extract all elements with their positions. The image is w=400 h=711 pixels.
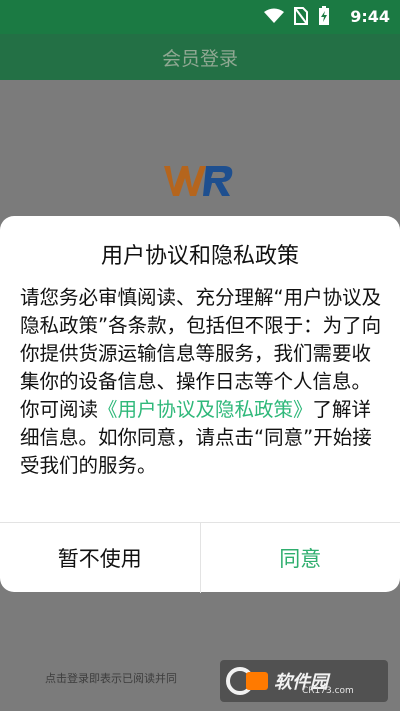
privacy-dialog: 用户协议和隐私政策 请您务必审慎阅读、充分理解“用户协议及隐私政策”各条款，包括… xyxy=(0,216,400,593)
dialog-title: 用户协议和隐私政策 xyxy=(100,244,299,269)
watermark-sub: CR173.com xyxy=(302,686,354,696)
dialog-body-link-line: 你可阅读《用户协议及隐私政策》了解详细信息。如你同意，请点击“同意”开始接受我们… xyxy=(20,396,382,480)
body-prefix: 你可阅读 xyxy=(20,398,99,421)
status-bar: 9:44 xyxy=(0,0,400,34)
dialog-body-text: 请您务必审慎阅读、充分理解“用户协议及隐私政策”各条款，包括但不限于：为了向你提… xyxy=(20,286,382,393)
app-bar: 会员登录 xyxy=(0,34,400,80)
dialog-buttons: 暂不使用 同意 xyxy=(0,522,400,593)
status-icons xyxy=(264,6,330,26)
page-title: 会员登录 xyxy=(161,47,238,70)
watermark-logo-icon xyxy=(226,667,268,695)
privacy-policy-link[interactable]: 《用户协议及隐私政策》 xyxy=(98,398,313,421)
app-logo xyxy=(164,166,233,196)
login-agreement-text: 点击登录即表示已阅读并同 xyxy=(45,672,177,685)
wifi-icon xyxy=(264,8,284,23)
battery-charging-icon xyxy=(319,6,329,25)
dialog-body: 请您务必审慎阅读、充分理解“用户协议及隐私政策”各条款，包括但不限于：为了向你提… xyxy=(20,284,382,480)
no-sim-icon xyxy=(294,7,308,25)
decline-button[interactable]: 暂不使用 xyxy=(0,523,201,593)
status-time: 9:44 xyxy=(350,7,390,26)
agree-button[interactable]: 同意 xyxy=(201,523,400,593)
watermark: 软件园 CR173.com xyxy=(220,660,388,702)
